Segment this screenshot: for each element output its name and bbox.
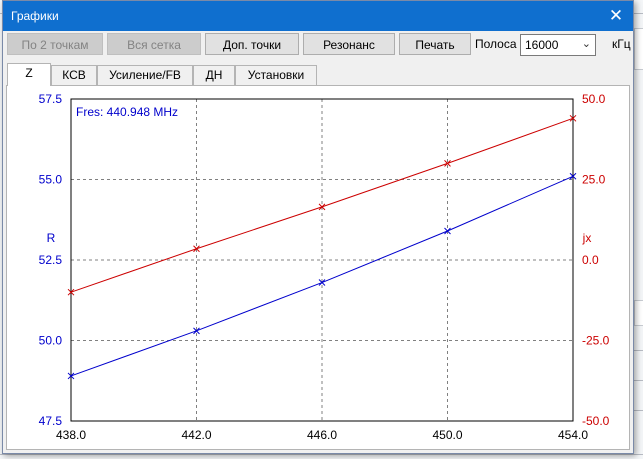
y-axis-left-label: R <box>47 231 56 245</box>
close-icon[interactable]: ✕ <box>605 6 627 26</box>
y-right-tick-label: 0.0 <box>582 253 599 267</box>
background-cell <box>634 28 643 70</box>
tab-settings[interactable]: Установки <box>235 65 317 85</box>
x-axis-ticks: 438.0 442.0 446.0 450.0 454.0 <box>56 428 588 442</box>
background-cell <box>634 300 643 326</box>
y-right-tick-label: 25.0 <box>582 173 606 187</box>
chart-panel: 438.0 442.0 446.0 450.0 454.0 57.5 55.0 52.5 50… <box>6 85 630 450</box>
y-right-tick-label: -25.0 <box>582 334 610 348</box>
chevron-down-icon[interactable]: ⌄ <box>582 37 591 50</box>
y-left-tick-label: 57.5 <box>39 92 63 106</box>
y-left-tick-label: 55.0 <box>39 173 63 187</box>
series-line-jx <box>70 117 574 293</box>
x-tick-label: 454.0 <box>558 428 588 442</box>
tab-swr[interactable]: КСВ <box>51 65 97 85</box>
tab-strip: Z КСВ Усиление/FB ДН Установки <box>7 63 631 86</box>
y-axis-right-ticks: 50.0 25.0 0.0 -25.0 -50.0 <box>582 92 610 428</box>
chart-grid <box>71 99 573 421</box>
y-axis-left-ticks: 57.5 55.0 52.5 50.0 47.5 <box>39 92 63 428</box>
background-divider <box>634 380 643 381</box>
x-tick-label: 450.0 <box>432 428 462 442</box>
x-tick-label: 446.0 <box>307 428 337 442</box>
band-select[interactable]: 16000 ⌄ <box>520 34 596 56</box>
y-axis-right-label: jx <box>582 231 592 245</box>
extra-points-button[interactable]: Доп. точки <box>205 33 299 55</box>
two-points-button[interactable]: По 2 точкам <box>7 33 103 55</box>
background-divider <box>634 350 643 351</box>
background-divider <box>0 454 643 455</box>
impedance-chart: 438.0 442.0 446.0 450.0 454.0 57.5 55.0 52.5 50… <box>39 92 610 442</box>
graphs-window: Графики ✕ По 2 точкам Вся сетка Доп. точ… <box>2 0 634 454</box>
unit-label: кГц <box>612 37 631 51</box>
tab-gain-fb[interactable]: Усиление/FB <box>97 65 193 85</box>
x-tick-label: 438.0 <box>56 428 86 442</box>
y-left-tick-label: 52.5 <box>39 253 63 267</box>
tab-z[interactable]: Z <box>7 63 51 86</box>
tab-pattern[interactable]: ДН <box>193 65 235 85</box>
band-value: 16000 <box>525 38 559 52</box>
print-button[interactable]: Печать <box>399 33 471 55</box>
y-right-tick-label: 50.0 <box>582 92 606 106</box>
y-left-tick-label: 50.0 <box>39 334 63 348</box>
resonance-button[interactable]: Резонанс <box>303 33 395 55</box>
resonance-annotation: Fres: 440.948 MHz <box>76 105 178 119</box>
full-grid-button[interactable]: Вся сетка <box>107 33 201 55</box>
y-right-tick-label: -50.0 <box>582 414 610 428</box>
title-bar[interactable]: Графики ✕ <box>3 1 633 31</box>
window-title: Графики <box>11 9 59 23</box>
band-label: Полоса <box>475 37 517 51</box>
y-left-tick-label: 47.5 <box>39 414 63 428</box>
background-divider <box>634 410 643 411</box>
x-tick-label: 442.0 <box>181 428 211 442</box>
